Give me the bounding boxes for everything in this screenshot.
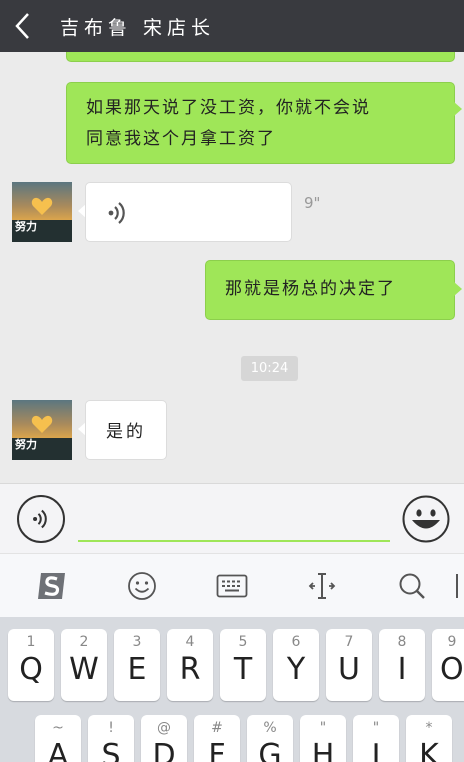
voice-wave-icon	[108, 202, 125, 224]
voice-icon	[33, 509, 47, 529]
avatar-label: 努力	[15, 220, 37, 233]
keyboard-tool-button[interactable]	[214, 568, 250, 604]
voice-duration: 9"	[304, 194, 321, 212]
key-g[interactable]: % G	[247, 715, 293, 762]
soft-keyboard: 1Q 2W 3E 4R 5T 6Y 7U 8I 9O ~ A ! S @ D # F %…	[0, 617, 464, 762]
key-y[interactable]: 6Y	[273, 629, 319, 701]
key-o[interactable]: 9O	[432, 629, 464, 701]
chat-area[interactable]: 如果那天说了没工资，你就不会说 同意我这个月拿工资了 努力 9" 那就是杨总的决…	[0, 52, 464, 483]
key-u[interactable]: 7U	[326, 629, 372, 701]
message-text: 是的	[106, 422, 146, 442]
keyboard-icon	[216, 574, 248, 598]
message-text-input[interactable]	[78, 498, 390, 542]
emoji-button[interactable]	[402, 495, 450, 543]
key-d[interactable]: @ D	[141, 715, 187, 762]
avatar[interactable]: 努力	[12, 182, 72, 242]
cursor-move-icon	[308, 573, 336, 599]
chat-header: 吉布鲁 宋店长	[0, 0, 464, 52]
voice-message-bubble[interactable]	[85, 182, 292, 242]
avatar[interactable]: 努力	[12, 400, 72, 460]
time-divider: 10:24	[241, 356, 298, 381]
sogou-logo-icon	[38, 573, 65, 599]
emoji-tool-button[interactable]	[124, 568, 160, 604]
message-bubble-partial	[66, 52, 455, 62]
message-input-bar	[0, 483, 464, 553]
heart-icon	[31, 415, 53, 433]
bubble-tail	[454, 102, 462, 116]
key-a[interactable]: ~ A	[35, 715, 81, 762]
message-bubble-sent[interactable]: 如果那天说了没工资，你就不会说 同意我这个月拿工资了	[66, 82, 455, 164]
cursor-tool-button[interactable]	[304, 568, 340, 604]
message-text-line: 同意我这个月拿工资了	[86, 129, 276, 149]
message-bubble-sent[interactable]: 那就是杨总的决定了	[205, 260, 455, 320]
key-j[interactable]: " J	[353, 715, 399, 762]
sogou-logo-button[interactable]	[34, 568, 70, 604]
key-r[interactable]: 4R	[167, 629, 213, 701]
key-w[interactable]: 2W	[61, 629, 107, 701]
key-e[interactable]: 3E	[114, 629, 160, 701]
key-t[interactable]: 5T	[220, 629, 266, 701]
back-button[interactable]	[0, 0, 46, 52]
chat-title: 吉布鲁 宋店长	[60, 16, 216, 39]
key-h[interactable]: " H	[300, 715, 346, 762]
key-i[interactable]: 8I	[379, 629, 425, 701]
voice-input-button[interactable]	[17, 495, 65, 543]
chevron-left-icon	[15, 13, 29, 39]
message-bubble-received[interactable]: 是的	[85, 400, 167, 460]
smiley-icon	[128, 572, 156, 600]
ime-toolbar	[0, 553, 464, 617]
toolbar-overflow-indicator	[456, 574, 458, 598]
key-f[interactable]: # F	[194, 715, 240, 762]
bubble-tail	[454, 282, 462, 296]
avatar-label: 努力	[15, 438, 37, 451]
key-q[interactable]: 1Q	[8, 629, 54, 701]
search-icon	[399, 573, 425, 599]
search-tool-button[interactable]	[394, 568, 430, 604]
message-text-line: 如果那天说了没工资，你就不会说	[86, 98, 371, 118]
key-s[interactable]: ! S	[88, 715, 134, 762]
message-text: 那就是杨总的决定了	[225, 279, 396, 299]
heart-icon	[31, 197, 53, 215]
key-k[interactable]: * K	[406, 715, 452, 762]
